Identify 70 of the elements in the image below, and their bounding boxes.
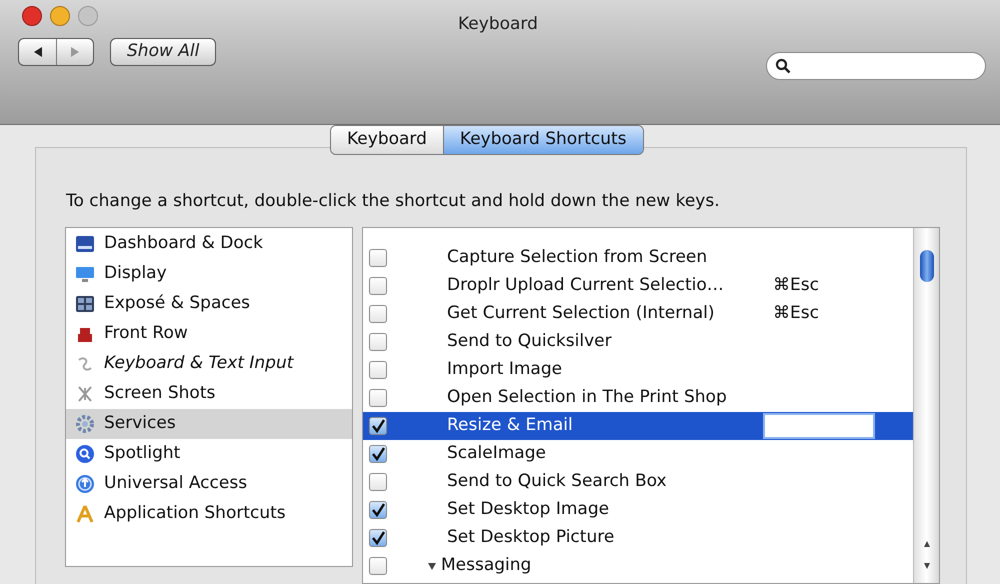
scroll-up-arrow-icon[interactable]: [923, 540, 931, 548]
category-item[interactable]: Application Shortcuts: [66, 499, 352, 529]
category-item[interactable]: Universal Access: [66, 469, 352, 499]
right-triangle-icon: [69, 46, 81, 58]
checkbox[interactable]: [369, 501, 387, 519]
scroll-thumb[interactable]: [920, 250, 934, 282]
service-label: Capture Selection from Screen: [447, 246, 708, 270]
checkbox[interactable]: [369, 389, 387, 407]
shortcut-keys[interactable]: ⌘Esc: [773, 273, 819, 299]
tab[interactable]: Keyboard: [331, 126, 443, 154]
checkbox[interactable]: [369, 445, 387, 463]
grid-icon: [74, 294, 96, 314]
checkbox[interactable]: [369, 277, 387, 295]
group-label: Messaging: [441, 554, 532, 578]
monitor-icon: [74, 264, 96, 284]
shortcut-row[interactable]: Open Selection in The Print Shop: [363, 384, 913, 412]
checkbox[interactable]: [369, 333, 387, 351]
scroll-down-arrow-icon[interactable]: [923, 562, 931, 570]
dock-icon: [74, 234, 96, 254]
shortcut-row[interactable]: Set Desktop Picture: [363, 524, 913, 552]
service-label: Open Selection in The Print Shop: [447, 386, 728, 410]
tab[interactable]: Keyboard Shortcuts: [442, 126, 643, 154]
service-label: Droplr Upload Current Selectio…: [447, 274, 725, 298]
shortcut-row[interactable]: Import Image: [363, 356, 913, 384]
search-field[interactable]: [766, 52, 986, 80]
checkbox[interactable]: [369, 417, 387, 435]
shortcut-row[interactable]: ScaleImage: [363, 440, 913, 468]
service-label: Set Desktop Image: [447, 498, 610, 522]
service-label: Get Current Selection (Internal): [447, 302, 716, 326]
search-icon: [775, 58, 791, 74]
show-all-button[interactable]: Show All: [110, 38, 216, 66]
category-item[interactable]: Services: [66, 409, 352, 439]
category-item[interactable]: Keyboard & Text Input: [66, 349, 352, 379]
shortcut-row[interactable]: Get Current Selection (Internal) ⌘Esc: [363, 300, 913, 328]
left-triangle-icon: [32, 46, 44, 58]
category-item[interactable]: Display: [66, 259, 352, 289]
category-item[interactable]: Spotlight: [66, 439, 352, 469]
service-label: ScaleImage: [447, 442, 547, 466]
instruction-text: To change a shortcut, double-click the shortcut and hold down the new keys.: [66, 190, 720, 213]
category-item[interactable]: Screen Shots: [66, 379, 352, 409]
category-item[interactable]: Front Row: [66, 319, 352, 349]
gear-icon: [74, 414, 96, 434]
shortcut-keys[interactable]: ⌘Esc: [773, 301, 819, 327]
checkbox[interactable]: [369, 305, 387, 323]
checkbox[interactable]: [369, 473, 387, 491]
checkbox[interactable]: [369, 529, 387, 547]
zoom-button[interactable]: [78, 6, 98, 26]
shortcut-row[interactable]: Send to Quick Search Box: [363, 468, 913, 496]
service-label: Import Image: [447, 358, 564, 382]
service-label: Send to Quicksilver: [447, 330, 613, 354]
shortcut-row[interactable]: Set Desktop Image: [363, 496, 913, 524]
shortcut-row[interactable]: Messaging: [363, 552, 913, 580]
disclosure-triangle-icon[interactable]: [427, 561, 437, 571]
service-label: Send to Quick Search Box: [447, 470, 668, 494]
checkbox[interactable]: [369, 557, 387, 575]
shortcut-row[interactable]: Capture Selection from Screen: [363, 244, 913, 272]
magnifier-icon: [74, 444, 96, 464]
shortcut-input[interactable]: [763, 413, 875, 439]
service-label: Set Desktop Picture: [447, 526, 616, 550]
shortcut-row[interactable]: Send to Quicksilver: [363, 328, 913, 356]
shortcut-row[interactable]: Resize & Email: [363, 412, 913, 440]
close-button[interactable]: [22, 6, 42, 26]
minimize-button[interactable]: [50, 6, 70, 26]
checkbox[interactable]: [369, 249, 387, 267]
service-label: Resize & Email: [447, 414, 574, 438]
category-item[interactable]: Dashboard & Dock: [66, 229, 352, 259]
window-title: Keyboard: [458, 13, 538, 36]
shortcut-row[interactable]: Droplr Upload Current Selectio… ⌘Esc: [363, 272, 913, 300]
checkbox[interactable]: [369, 361, 387, 379]
category-item[interactable]: Exposé & Spaces: [66, 289, 352, 319]
